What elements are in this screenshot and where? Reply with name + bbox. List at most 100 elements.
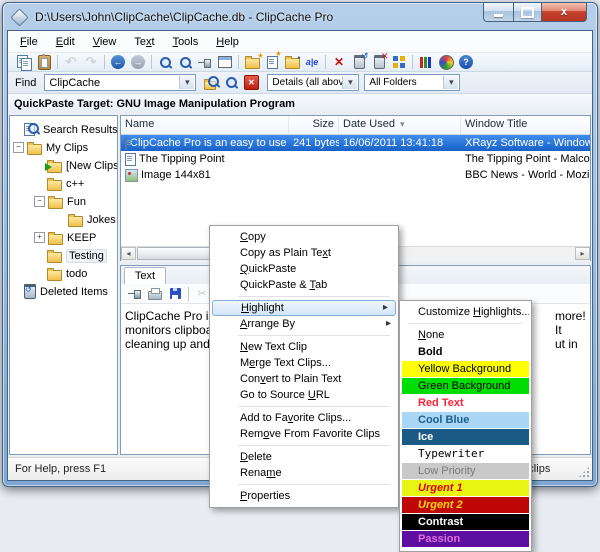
list-row[interactable]: The Tipping Point The Tipping Point - Ma… bbox=[121, 151, 590, 167]
empty-recycle-bin-icon[interactable]: ✕ bbox=[369, 54, 389, 71]
resize-grip[interactable] bbox=[578, 466, 590, 478]
search-clips-icon[interactable] bbox=[175, 54, 195, 71]
toolbar-separator bbox=[57, 55, 58, 69]
folder-icon bbox=[68, 216, 83, 227]
pin-icon[interactable] bbox=[195, 54, 215, 71]
menu-item-add-to-favorite-clips[interactable]: Add to Favorite Clips... bbox=[210, 410, 398, 426]
tree-item-keep[interactable]: KEEP bbox=[34, 229, 96, 246]
menu-item-go-to-source-url[interactable]: Go to Source URL bbox=[210, 387, 398, 403]
column-header-date-used[interactable]: Date Used bbox=[339, 116, 461, 134]
expand-icon[interactable] bbox=[34, 232, 45, 243]
undo-icon[interactable]: ↶ bbox=[61, 54, 81, 71]
delete-icon[interactable]: ✕ bbox=[329, 54, 349, 71]
menu-item-properties[interactable]: Properties bbox=[210, 488, 398, 504]
menu-item-remove-from-favorite-clips[interactable]: Remove From Favorite Clips bbox=[210, 426, 398, 442]
save-icon[interactable] bbox=[165, 285, 185, 302]
menu-edit[interactable]: Edit bbox=[48, 34, 83, 50]
list-row[interactable]: Image 144x81 BBC News - World - Mozilla … bbox=[121, 167, 590, 183]
menu-view[interactable]: View bbox=[85, 34, 125, 50]
tree-item-cpp[interactable]: c++ bbox=[47, 175, 84, 192]
pin-icon[interactable] bbox=[125, 285, 145, 302]
collapse-icon[interactable] bbox=[34, 196, 45, 207]
menu-item-highlight[interactable]: Highlight bbox=[212, 300, 396, 316]
scroll-right-icon[interactable] bbox=[575, 247, 590, 260]
submenu-item-low-priority[interactable]: Low Priority bbox=[402, 463, 529, 479]
menu-item-new-text-clip[interactable]: New Text Clip bbox=[210, 339, 398, 355]
submenu-item-bold[interactable]: Bold bbox=[402, 344, 529, 360]
search-in-clips-icon[interactable] bbox=[201, 74, 221, 91]
folder-properties-icon[interactable] bbox=[282, 54, 302, 71]
find-magnifier-icon[interactable] bbox=[221, 74, 241, 91]
menu-item-convert-to-plain-text[interactable]: Convert to Plain Text bbox=[210, 371, 398, 387]
menu-item-copy[interactable]: Copy bbox=[210, 229, 398, 245]
menu-item-copy-as-plain-text[interactable]: Copy as Plain Text bbox=[210, 245, 398, 261]
menu-item-quickpaste[interactable]: QuickPaste bbox=[210, 261, 398, 277]
tree-item-deleted-items[interactable]: Deleted Items bbox=[24, 283, 108, 300]
back-icon[interactable]: ← bbox=[108, 54, 128, 71]
menu-text[interactable]: Text bbox=[126, 34, 162, 50]
view-mode-arrow-icon[interactable] bbox=[342, 76, 357, 89]
copy-icon[interactable] bbox=[14, 54, 34, 71]
paste-icon[interactable] bbox=[34, 54, 54, 71]
print-icon[interactable] bbox=[145, 285, 165, 302]
submenu-item-urgent-1[interactable]: Urgent 1 bbox=[402, 480, 529, 496]
submenu-item-passion[interactable]: Passion bbox=[402, 531, 529, 547]
submenu-item-ice[interactable]: Ice bbox=[402, 429, 529, 445]
minimize-button[interactable] bbox=[483, 3, 514, 22]
tree-item-todo[interactable]: todo bbox=[47, 265, 87, 282]
menu-file[interactable]: File bbox=[12, 34, 46, 50]
close-button[interactable]: x bbox=[542, 3, 587, 22]
column-header-name[interactable]: Name bbox=[121, 116, 289, 134]
menu-item-arrange-by[interactable]: Arrange By bbox=[210, 316, 398, 332]
maximize-button[interactable] bbox=[514, 3, 542, 22]
column-header-size[interactable]: Size bbox=[289, 116, 339, 134]
help-icon[interactable]: ? bbox=[456, 54, 476, 71]
menu-tools[interactable]: Tools bbox=[165, 34, 207, 50]
submenu-item-none[interactable]: None bbox=[402, 327, 529, 343]
submenu-item-red-text[interactable]: Red Text bbox=[402, 395, 529, 411]
tree-item-jokes[interactable]: Jokes bbox=[68, 211, 116, 228]
view-mode-select[interactable]: Details (all above) bbox=[267, 74, 359, 91]
forward-icon[interactable]: → bbox=[128, 54, 148, 71]
tree-item-fun[interactable]: Fun bbox=[34, 193, 86, 210]
menu-help[interactable]: Help bbox=[208, 34, 247, 50]
folder-scope-arrow-icon[interactable] bbox=[443, 76, 458, 89]
new-clip-icon[interactable] bbox=[262, 54, 282, 71]
collapse-icon[interactable] bbox=[13, 142, 24, 153]
recycle-bin-icon[interactable]: ↺ bbox=[349, 54, 369, 71]
list-row[interactable]: ClipCache Pro is an easy to use 241 byte… bbox=[121, 135, 590, 151]
submenu-item-yellow-background[interactable]: Yellow Background bbox=[402, 361, 529, 377]
highlight-columns-icon[interactable] bbox=[416, 54, 436, 71]
tree-item-search-results[interactable]: Search Results bbox=[24, 121, 118, 138]
quickpaste-target-bar: QuickPaste Target: GNU Image Manipulatio… bbox=[8, 94, 592, 114]
submenu-item-typewriter[interactable]: Typewriter bbox=[402, 446, 529, 462]
rename-icon[interactable]: a|e bbox=[302, 54, 322, 71]
find-input[interactable]: ClipCache bbox=[44, 74, 196, 91]
submenu-item-cool-blue[interactable]: Cool Blue bbox=[402, 412, 529, 428]
menu-item-rename[interactable]: Rename bbox=[210, 465, 398, 481]
find-dropdown-arrow-icon[interactable] bbox=[179, 76, 194, 89]
menu-item-merge-text-clips[interactable]: Merge Text Clips... bbox=[210, 355, 398, 371]
folder-icon bbox=[47, 180, 62, 191]
redo-icon[interactable]: ↷ bbox=[81, 54, 101, 71]
organize-icon[interactable] bbox=[389, 54, 409, 71]
submenu-item-contrast[interactable]: Contrast bbox=[402, 514, 529, 530]
folder-scope-select[interactable]: All Folders bbox=[364, 74, 460, 91]
tree-item-my-clips[interactable]: My Clips bbox=[13, 139, 88, 156]
new-folder-icon[interactable] bbox=[242, 54, 262, 71]
submenu-item-green-background[interactable]: Green Background bbox=[402, 378, 529, 394]
panel-layout-icon[interactable] bbox=[215, 54, 235, 71]
menu-item-delete[interactable]: Delete bbox=[210, 449, 398, 465]
submenu-item-urgent-2[interactable]: Urgent 2 bbox=[402, 497, 529, 513]
tab-text[interactable]: Text bbox=[124, 267, 166, 285]
color-options-icon[interactable] bbox=[436, 54, 456, 71]
clear-search-icon[interactable]: ✕ bbox=[241, 74, 261, 91]
tree-item-new-clips[interactable]: [New Clips] bbox=[47, 157, 118, 174]
submenu-item-customize-highlights[interactable]: Customize Highlights... bbox=[402, 304, 529, 320]
menu-item-quickpaste-tab[interactable]: QuickPaste & Tab bbox=[210, 277, 398, 293]
column-header-window-title[interactable]: Window Title bbox=[461, 116, 590, 134]
scroll-left-icon[interactable] bbox=[121, 247, 136, 260]
folder-icon bbox=[48, 198, 63, 209]
tree-item-testing[interactable]: Testing bbox=[47, 247, 107, 264]
search-icon[interactable] bbox=[155, 54, 175, 71]
